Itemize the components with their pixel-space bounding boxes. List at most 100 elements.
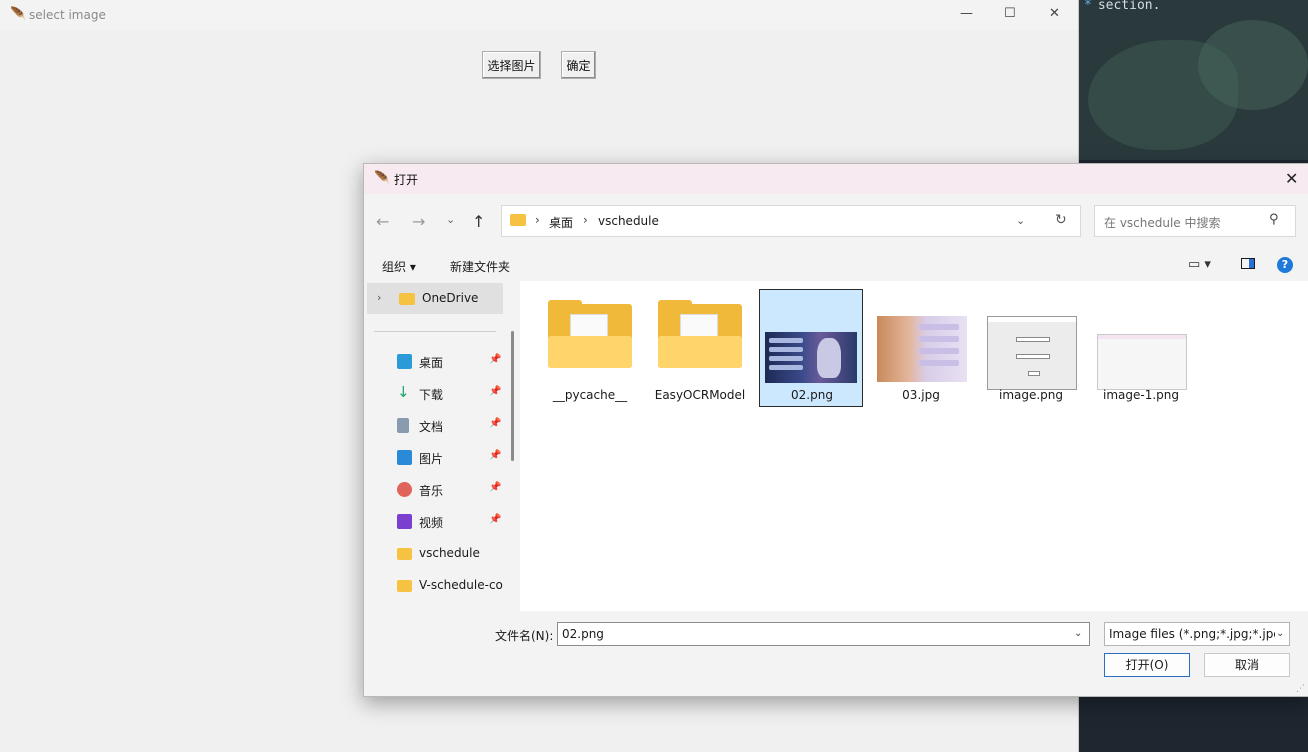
preview-pane-icon[interactable] (1241, 258, 1255, 269)
chevron-down-icon[interactable]: ⌄ (1016, 214, 1025, 227)
download-icon: ↓ (397, 383, 410, 401)
editor-code-line: * section. (1084, 0, 1160, 13)
forward-arrow-icon[interactable]: → (412, 212, 425, 231)
document-icon (397, 418, 409, 433)
sidebar-item-pictures[interactable]: 图片 📌 (364, 444, 504, 472)
organize-menu-button[interactable]: 组织 ▾ (382, 258, 416, 275)
filename-input[interactable]: 02.png ⌄ (557, 622, 1090, 646)
minimize-button[interactable]: — (960, 6, 973, 21)
dialog-title: 打开 (394, 173, 419, 187)
feather-icon: 🪶 (10, 7, 27, 22)
address-bar[interactable]: › 桌面 › vschedule ⌄ ↻ (501, 205, 1081, 237)
pin-icon: 📌 (489, 418, 502, 429)
sidebar-item-label: 文档 (419, 420, 444, 434)
pin-icon: 📌 (489, 482, 502, 493)
file-item-03-jpg[interactable]: 03.jpg (869, 289, 973, 407)
file-name: __pycache__ (552, 388, 628, 402)
sidebar-item-downloads[interactable]: ↓ 下载 📌 (364, 380, 504, 408)
image-thumbnail (877, 316, 967, 382)
open-file-dialog: 🪶 打开 ✕ ← → ⌄ ↑ › 桌面 › vschedule ⌄ ↻ 在 vs… (363, 163, 1308, 697)
filename-value: 02.png (562, 627, 604, 641)
sidebar-divider (374, 331, 496, 332)
file-item-image-png[interactable]: image.png (979, 289, 1083, 407)
pin-icon: 📌 (489, 354, 502, 365)
pin-icon: 📌 (489, 450, 502, 461)
folder-icon (397, 580, 412, 592)
sidebar-item-label: 下载 (419, 388, 444, 402)
chevron-right-icon[interactable]: › (377, 291, 381, 304)
file-item-pycache[interactable]: __pycache__ (538, 289, 642, 407)
cancel-button[interactable]: 取消 (1204, 653, 1290, 677)
dialog-toolbar: 组织 ▾ 新建文件夹 ▭ ▾ ? (364, 252, 1308, 280)
sidebar-item-onedrive[interactable]: › OneDrive (367, 283, 503, 314)
main-window-title: select image (29, 8, 106, 22)
sidebar-item-label: 图片 (419, 452, 444, 466)
editor-marker: * (1084, 0, 1092, 13)
help-icon[interactable]: ? (1277, 257, 1293, 273)
folder-icon (548, 300, 632, 372)
file-item-image-1-png[interactable]: image-1.png (1089, 289, 1193, 407)
sidebar-item-label: 音乐 (419, 484, 444, 498)
sidebar-item-desktop[interactable]: 桌面 📌 (364, 348, 504, 376)
breadcrumb-desktop[interactable]: 桌面 (549, 214, 573, 231)
folder-icon (510, 214, 526, 226)
file-item-easyocrmodel[interactable]: EasyOCRModel (648, 289, 752, 407)
chevron-down-icon[interactable]: ⌄ (1276, 628, 1284, 639)
sidebar-item-videos[interactable]: 视频 📌 (364, 508, 504, 536)
sidebar-item-music[interactable]: 音乐 📌 (364, 476, 504, 504)
navigation-pane: › OneDrive 桌面 📌 ↓ 下载 📌 文档 📌 图片 📌 音乐 📌 视频… (364, 281, 519, 611)
sidebar-item-label: vschedule (419, 546, 480, 560)
chevron-down-icon[interactable]: ⌄ (1074, 628, 1082, 639)
search-placeholder: 在 vschedule 中搜索 (1104, 216, 1221, 230)
select-image-button[interactable]: 选择图片 (482, 51, 541, 79)
new-folder-button[interactable]: 新建文件夹 (450, 258, 510, 275)
refresh-icon[interactable]: ↻ (1055, 212, 1067, 228)
editor-text: section. (1097, 0, 1161, 13)
open-button[interactable]: 打开(O) (1104, 653, 1190, 677)
feather-icon: 🪶 (374, 171, 391, 186)
file-name: 02.png (791, 388, 833, 402)
view-options-icon[interactable]: ▭ ▾ (1188, 257, 1211, 272)
filename-label: 文件名(N): (495, 629, 554, 643)
sidebar-item-label: V-schedule-co (419, 578, 503, 592)
back-arrow-icon[interactable]: ← (376, 212, 389, 231)
breadcrumb-separator-icon[interactable]: › (535, 213, 540, 227)
file-name: image-1.png (1103, 388, 1179, 402)
confirm-button[interactable]: 确定 (561, 51, 596, 79)
maximize-button[interactable]: ☐ (1004, 6, 1016, 21)
close-button[interactable]: ✕ (1049, 6, 1060, 21)
search-icon[interactable]: ⚲ (1269, 212, 1279, 227)
dialog-title-bar: 🪶 打开 ✕ (364, 164, 1308, 194)
pin-icon: 📌 (489, 386, 502, 397)
recent-locations-chevron-icon[interactable]: ⌄ (446, 213, 455, 226)
file-name: image.png (998, 388, 1064, 402)
resize-grip-icon[interactable]: ⋰ (1296, 684, 1305, 694)
sidebar-scrollbar[interactable] (511, 331, 514, 461)
breadcrumb-vschedule[interactable]: vschedule (598, 214, 659, 228)
file-item-02-png[interactable]: 02.png (759, 289, 863, 407)
video-icon (397, 514, 412, 529)
file-name: EasyOCRModel (654, 388, 746, 402)
file-type-filter-value: Image files (*.png;*.jpg;*.jpeg (1109, 627, 1275, 641)
pin-icon: 📌 (489, 514, 502, 525)
sidebar-item-v-schedule-co[interactable]: V-schedule-co (364, 572, 504, 600)
file-list: __pycache__ EasyOCRModel 02.png 03.jpg i… (520, 281, 1308, 611)
pictures-icon (397, 450, 412, 465)
main-title-bar: 🪶 select image — ☐ ✕ (0, 0, 1078, 30)
folder-icon (658, 300, 742, 372)
music-icon (397, 482, 412, 497)
sidebar-item-vschedule[interactable]: vschedule (364, 540, 504, 568)
file-type-filter-select[interactable]: Image files (*.png;*.jpg;*.jpeg ⌄ (1104, 622, 1290, 646)
dialog-close-button[interactable]: ✕ (1285, 169, 1298, 188)
folder-icon (399, 293, 415, 305)
search-box[interactable]: 在 vschedule 中搜索 ⚲ (1094, 205, 1296, 237)
up-arrow-icon[interactable]: ↑ (472, 212, 485, 231)
image-thumbnail (1097, 334, 1187, 390)
image-thumbnail (765, 332, 857, 383)
background-leaf (1198, 20, 1308, 110)
sidebar-item-label: 视频 (419, 516, 444, 530)
file-name: 03.jpg (902, 388, 940, 402)
desktop-icon (397, 354, 412, 369)
breadcrumb-separator-icon[interactable]: › (583, 213, 588, 227)
sidebar-item-documents[interactable]: 文档 📌 (364, 412, 504, 440)
